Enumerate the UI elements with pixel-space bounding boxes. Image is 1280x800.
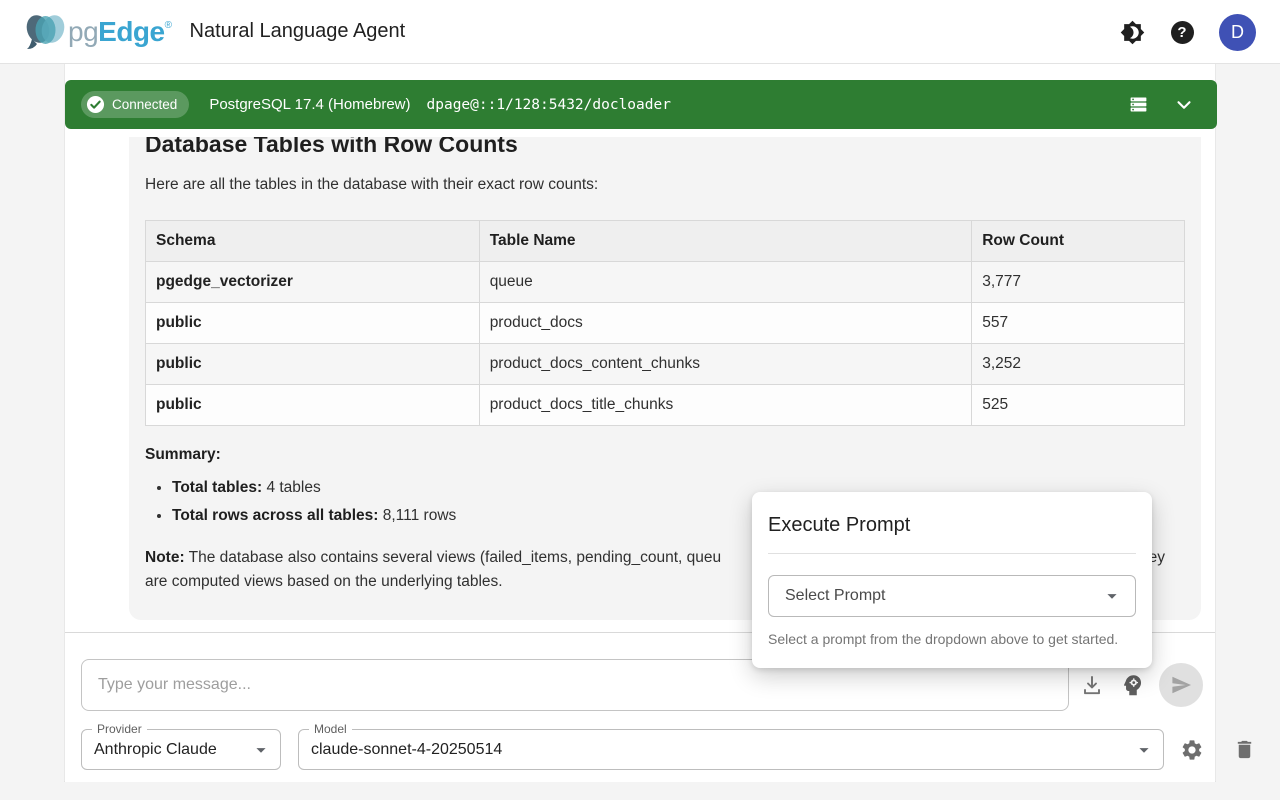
prompt-select-placeholder: Select Prompt	[785, 587, 885, 605]
model-combobox[interactable]: Model claude-sonnet-4-20250514	[298, 729, 1164, 770]
summary-item-label: Total rows across all tables:	[172, 507, 378, 524]
table-row: public product_docs 557	[146, 303, 1185, 344]
connection-collapse-button[interactable]	[1171, 92, 1197, 118]
note-line2: are computed views based on the underlyi…	[145, 573, 503, 590]
message-heading: Database Tables with Row Counts	[145, 137, 1185, 159]
cell-table-name: product_docs_content_chunks	[479, 344, 972, 385]
execute-prompt-card: Execute Prompt Select Prompt Select a pr…	[752, 492, 1152, 668]
note-label: Note:	[145, 549, 185, 566]
check-circle-icon	[86, 95, 105, 114]
cell-schema: public	[146, 344, 480, 385]
logo-text-pg: pg	[68, 16, 98, 48]
send-icon	[1169, 673, 1193, 697]
table-row: pgedge_vectorizer queue 3,777	[146, 262, 1185, 303]
gear-icon	[1180, 738, 1204, 762]
model-value: claude-sonnet-4-20250514	[299, 741, 502, 759]
settings-button[interactable]	[1179, 737, 1205, 763]
dark-mode-toggle-button[interactable]	[1119, 19, 1145, 45]
message-intro: Here are all the tables in the database …	[145, 174, 1185, 195]
table-row: public product_docs_content_chunks 3,252	[146, 344, 1185, 385]
brightness-icon	[1120, 20, 1145, 45]
provider-value: Anthropic Claude	[82, 741, 217, 759]
divider	[768, 553, 1136, 554]
cell-schema: public	[146, 303, 480, 344]
chevron-down-icon	[1173, 94, 1195, 116]
page-title: Natural Language Agent	[190, 20, 406, 43]
storage-icon	[1128, 94, 1149, 115]
connection-string: dpage@::1/128:5432/docloader	[427, 97, 671, 113]
summary-item-text: 8,111 rows	[378, 507, 456, 524]
logo-registered-mark: ®	[165, 20, 172, 31]
prompt-select[interactable]: Select Prompt	[768, 575, 1136, 617]
summary-heading: Summary:	[145, 446, 1185, 464]
ai-prompt-button[interactable]	[1119, 672, 1145, 698]
column-header-row-count: Row Count	[972, 221, 1185, 262]
table-row: public product_docs_title_chunks 525	[146, 385, 1185, 426]
help-icon: ?	[1171, 21, 1194, 44]
pgedge-logo-icon	[24, 11, 68, 53]
cell-table-name: product_docs	[479, 303, 972, 344]
cell-table-name: queue	[479, 262, 972, 303]
cell-row-count: 525	[972, 385, 1185, 426]
connection-status-label: Connected	[112, 97, 177, 112]
cell-row-count: 557	[972, 303, 1185, 344]
cell-row-count: 3,777	[972, 262, 1185, 303]
psychology-icon	[1120, 673, 1145, 698]
server-version-label: PostgreSQL 17.4 (Homebrew)	[209, 96, 410, 113]
dropdown-arrow-icon	[1101, 585, 1123, 607]
app-header: pgEdge® Natural Language Agent ? D	[0, 0, 1280, 64]
connection-status-badge: Connected	[81, 91, 189, 118]
column-header-schema: Schema	[146, 221, 480, 262]
table-header-row: Schema Table Name Row Count	[146, 221, 1185, 262]
help-button[interactable]: ?	[1169, 19, 1195, 45]
execute-prompt-title: Execute Prompt	[768, 514, 1136, 537]
pgedge-logo: pgEdge®	[24, 11, 172, 53]
row-counts-table: Schema Table Name Row Count pgedge_vecto…	[145, 220, 1185, 426]
summary-item-text: 4 tables	[262, 479, 321, 496]
download-button[interactable]	[1079, 672, 1105, 698]
provider-select[interactable]: Provider Anthropic Claude	[81, 729, 281, 770]
dropdown-arrow-icon	[250, 739, 272, 761]
cell-table-name: product_docs_title_chunks	[479, 385, 972, 426]
user-avatar[interactable]: D	[1219, 14, 1256, 51]
dropdown-arrow-icon	[1133, 739, 1155, 761]
clear-chat-button[interactable]	[1231, 737, 1257, 763]
connection-bar: Connected PostgreSQL 17.4 (Homebrew) dpa…	[65, 80, 1217, 129]
cell-schema: pgedge_vectorizer	[146, 262, 480, 303]
cell-schema: public	[146, 385, 480, 426]
download-icon	[1080, 673, 1104, 697]
prompt-helper-text: Select a prompt from the dropdown above …	[768, 631, 1136, 647]
note-line1: The database also contains several views…	[185, 549, 722, 566]
connection-details-button[interactable]	[1125, 92, 1151, 118]
model-label: Model	[309, 722, 352, 736]
trash-icon	[1233, 738, 1256, 761]
column-header-table-name: Table Name	[479, 221, 972, 262]
summary-item-label: Total tables:	[172, 479, 262, 496]
provider-label: Provider	[92, 722, 147, 736]
cell-row-count: 3,252	[972, 344, 1185, 385]
send-button[interactable]	[1159, 663, 1203, 707]
logo-text-edge: Edge	[98, 16, 164, 48]
main-panel: Connected PostgreSQL 17.4 (Homebrew) dpa…	[64, 64, 1216, 782]
